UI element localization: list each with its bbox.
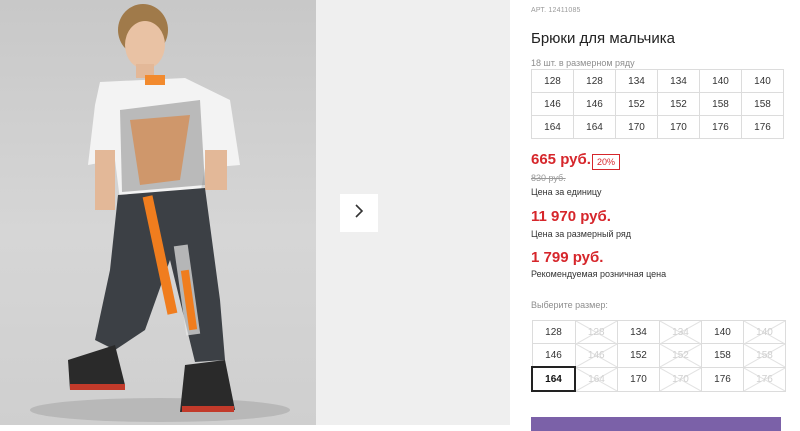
row-price: 11 970 руб. xyxy=(531,208,611,225)
size-option-label: 128 xyxy=(545,326,562,338)
size-option-label: 140 xyxy=(756,326,773,338)
size-option-unavailable: 158 xyxy=(743,343,786,368)
size-option[interactable]: 158 xyxy=(701,343,744,368)
size-option-label: 164 xyxy=(545,373,562,385)
size-cell: 170 xyxy=(657,115,700,139)
product-title: Брюки для мальчика xyxy=(531,30,675,47)
old-price: 830 руб. xyxy=(531,173,566,183)
retail-price: 1 799 руб. xyxy=(531,249,604,266)
size-row: 146 146 152 152 158 158 xyxy=(531,92,784,116)
discount-badge: 20% xyxy=(592,154,621,170)
size-cell: 146 xyxy=(573,92,616,116)
chevron-right-icon xyxy=(353,203,365,224)
choose-size-label: Выберите размер: xyxy=(531,300,608,310)
size-cell: 140 xyxy=(699,69,742,93)
size-option-label: 158 xyxy=(714,349,731,361)
size-picker: 128 128 134 134 140 140 146 146 152 152 158 158 164 1… xyxy=(531,320,786,392)
size-cell: 158 xyxy=(741,92,784,116)
size-option[interactable]: 134 xyxy=(617,320,660,344)
size-cell: 134 xyxy=(615,69,658,93)
size-option[interactable]: 140 xyxy=(701,320,744,344)
size-option-label: 146 xyxy=(545,349,562,361)
size-cell: 164 xyxy=(531,115,574,139)
unit-price-caption: Цена за единицу xyxy=(531,187,602,197)
size-option-label: 134 xyxy=(630,326,647,338)
size-option[interactable]: 176 xyxy=(701,366,744,392)
size-picker-row: 164 164 170 170 176 176 xyxy=(531,366,786,392)
size-row: 128 128 134 134 140 140 xyxy=(531,69,784,93)
size-option-label: 140 xyxy=(714,326,731,338)
size-option-label: 170 xyxy=(630,373,647,385)
size-option-unavailable: 134 xyxy=(659,320,702,344)
size-option-label: 146 xyxy=(587,349,605,361)
size-option-label: 134 xyxy=(672,326,689,338)
size-cell: 152 xyxy=(615,92,658,116)
size-option-unavailable: 164 xyxy=(574,366,618,392)
product-photo xyxy=(0,0,316,425)
size-option-unavailable: 146 xyxy=(574,343,618,368)
size-picker-row: 128 128 134 134 140 140 xyxy=(531,320,786,344)
retail-price-caption: Рекомендуемая розничная цена xyxy=(531,269,667,279)
size-cell: 176 xyxy=(699,115,742,139)
article-number: АРТ. 12411085 xyxy=(531,7,581,14)
size-cell: 176 xyxy=(741,115,784,139)
unit-price: 665 руб. xyxy=(531,151,591,168)
size-row-count: 18 шт. в размерном ряду xyxy=(531,58,635,68)
size-option-unavailable: 176 xyxy=(743,366,786,392)
size-cell: 158 xyxy=(699,92,742,116)
size-option-label: 152 xyxy=(672,349,689,361)
size-option[interactable]: 152 xyxy=(617,343,660,368)
size-option[interactable]: 170 xyxy=(617,366,660,392)
size-option-unavailable: 170 xyxy=(659,366,702,392)
size-option-label: 128 xyxy=(587,326,605,338)
size-picker-row: 146 146 152 152 158 158 xyxy=(531,343,786,368)
size-option-unavailable: 128 xyxy=(574,320,618,344)
size-cell: 152 xyxy=(657,92,700,116)
size-cell: 134 xyxy=(657,69,700,93)
size-cell: 140 xyxy=(741,69,784,93)
size-cell: 164 xyxy=(573,115,616,139)
size-row: 164 164 170 170 176 176 xyxy=(531,115,784,139)
size-option-label: 164 xyxy=(588,373,605,385)
size-option-label: 170 xyxy=(672,373,689,385)
size-option-label: 176 xyxy=(756,373,773,385)
size-option-unavailable: 152 xyxy=(659,343,702,368)
size-option[interactable]: 128 xyxy=(531,320,576,344)
size-option-label: 176 xyxy=(714,373,731,385)
size-row-table: 128 128 134 134 140 140 146 146 152 152 158 158 164 1… xyxy=(531,69,784,139)
size-cell: 146 xyxy=(531,92,574,116)
size-cell: 128 xyxy=(531,69,574,93)
size-option-unavailable: 140 xyxy=(743,320,786,344)
size-cell: 128 xyxy=(573,69,616,93)
size-option-label: 158 xyxy=(756,349,773,361)
size-cell: 170 xyxy=(615,115,658,139)
size-option-label: 152 xyxy=(630,349,647,361)
row-price-caption: Цена за размерный ряд xyxy=(531,229,632,239)
next-image-button[interactable] xyxy=(340,194,378,232)
size-option[interactable]: 164 xyxy=(531,366,576,392)
size-option[interactable]: 146 xyxy=(531,343,576,368)
